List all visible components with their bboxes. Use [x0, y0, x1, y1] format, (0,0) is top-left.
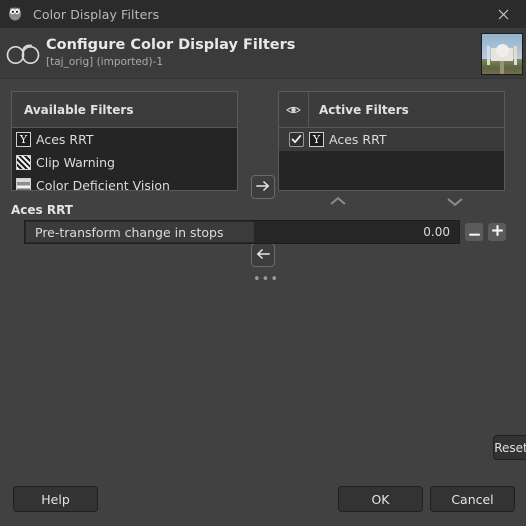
thumbnail-minaret-right	[513, 46, 517, 65]
plus-icon	[491, 225, 503, 239]
list-item-label: Color Deficient Vision	[36, 178, 170, 191]
chevron-down-icon	[446, 196, 464, 210]
increment-button[interactable]	[488, 223, 506, 241]
pre-transform-stops-row: Pre-transform change in stops 0.00	[24, 220, 506, 244]
color-display-filters-dialog: Color Display Filters Configure Color Di…	[0, 0, 526, 526]
cancel-button[interactable]: Cancel	[430, 486, 515, 512]
slider-label: Pre-transform change in stops	[35, 224, 224, 240]
stripes-icon	[16, 155, 31, 170]
list-item[interactable]: Y Aces RRT	[12, 128, 237, 151]
dialog-footer: Help OK Cancel	[0, 474, 526, 526]
available-filters-list[interactable]: Available Filters Y Aces RRT Clip Warnin…	[11, 91, 238, 191]
list-item[interactable]: Clip Warning	[12, 151, 237, 174]
list-item-label: Aces RRT	[36, 132, 94, 147]
help-button[interactable]: Help	[13, 486, 98, 512]
active-filters-rows: Y Aces RRT	[279, 128, 504, 151]
titlebar: Color Display Filters	[0, 0, 526, 28]
gamma-icon: Y	[16, 132, 31, 147]
reorder-controls	[278, 191, 505, 217]
arrow-left-icon	[256, 248, 270, 263]
gamma-icon-glyph: Y	[19, 133, 28, 146]
thumbnail-minaret-left	[487, 46, 491, 65]
decrement-button[interactable]	[465, 223, 483, 241]
glasses-icon	[6, 40, 40, 66]
page-title: Configure Color Display Filters	[46, 37, 296, 53]
slider-value[interactable]: 0.00	[423, 225, 450, 239]
close-icon[interactable]	[480, 0, 526, 28]
available-filters-header-label: Available Filters	[24, 102, 134, 117]
header-texts: Configure Color Display Filters [taj_ori…	[46, 37, 295, 69]
active-filters-list[interactable]: Active Filters Y Aces RRT	[278, 91, 505, 191]
list-item[interactable]: Y Aces RRT	[279, 128, 504, 151]
window-title: Color Display Filters	[33, 6, 160, 22]
pre-transform-stops-slider[interactable]: Pre-transform change in stops 0.00	[24, 220, 460, 244]
gamma-icon-glyph: Y	[312, 133, 321, 146]
gamma-icon: Y	[309, 132, 324, 147]
eye-icon	[279, 92, 309, 127]
list-item[interactable]: Color Deficient Vision	[12, 174, 237, 191]
chevron-up-icon	[329, 196, 347, 210]
image-subtitle: [taj_orig] (imported)-1	[46, 56, 164, 68]
dialog-body: Available Filters Y Aces RRT Clip Warnin…	[0, 79, 526, 474]
list-item-label: Aces RRT	[329, 132, 387, 147]
checkmark-icon	[291, 134, 301, 144]
gimp-wilber-icon	[7, 6, 23, 22]
dialog-header: Configure Color Display Filters [taj_ori…	[0, 28, 526, 79]
reset-button[interactable]: Reset	[493, 435, 526, 460]
thumbnail-dome	[495, 43, 509, 57]
ok-button[interactable]: OK	[338, 486, 423, 512]
available-filters-header: Available Filters	[12, 92, 237, 128]
minus-icon	[468, 225, 480, 239]
thumbnail-path	[499, 60, 505, 74]
move-filter-down-button[interactable]	[438, 191, 472, 215]
remove-filter-button[interactable]	[251, 243, 275, 267]
more-options-button[interactable]: •••	[253, 273, 278, 286]
add-filter-button[interactable]	[251, 175, 275, 199]
list-item-label: Clip Warning	[36, 155, 115, 170]
available-filters-rows: Y Aces RRT Clip Warning Color Deficient …	[12, 128, 237, 191]
checkbox-box	[288, 132, 304, 147]
filter-settings-title: Aces RRT	[11, 203, 73, 217]
move-filter-up-button[interactable]	[321, 191, 355, 215]
active-filters-header-label: Active Filters	[319, 102, 409, 117]
filter-enabled-checkbox[interactable]	[283, 132, 309, 147]
bands-icon	[16, 178, 31, 190]
arrow-right-icon	[256, 180, 270, 195]
active-filters-header: Active Filters	[279, 92, 504, 128]
image-thumbnail	[481, 33, 523, 75]
